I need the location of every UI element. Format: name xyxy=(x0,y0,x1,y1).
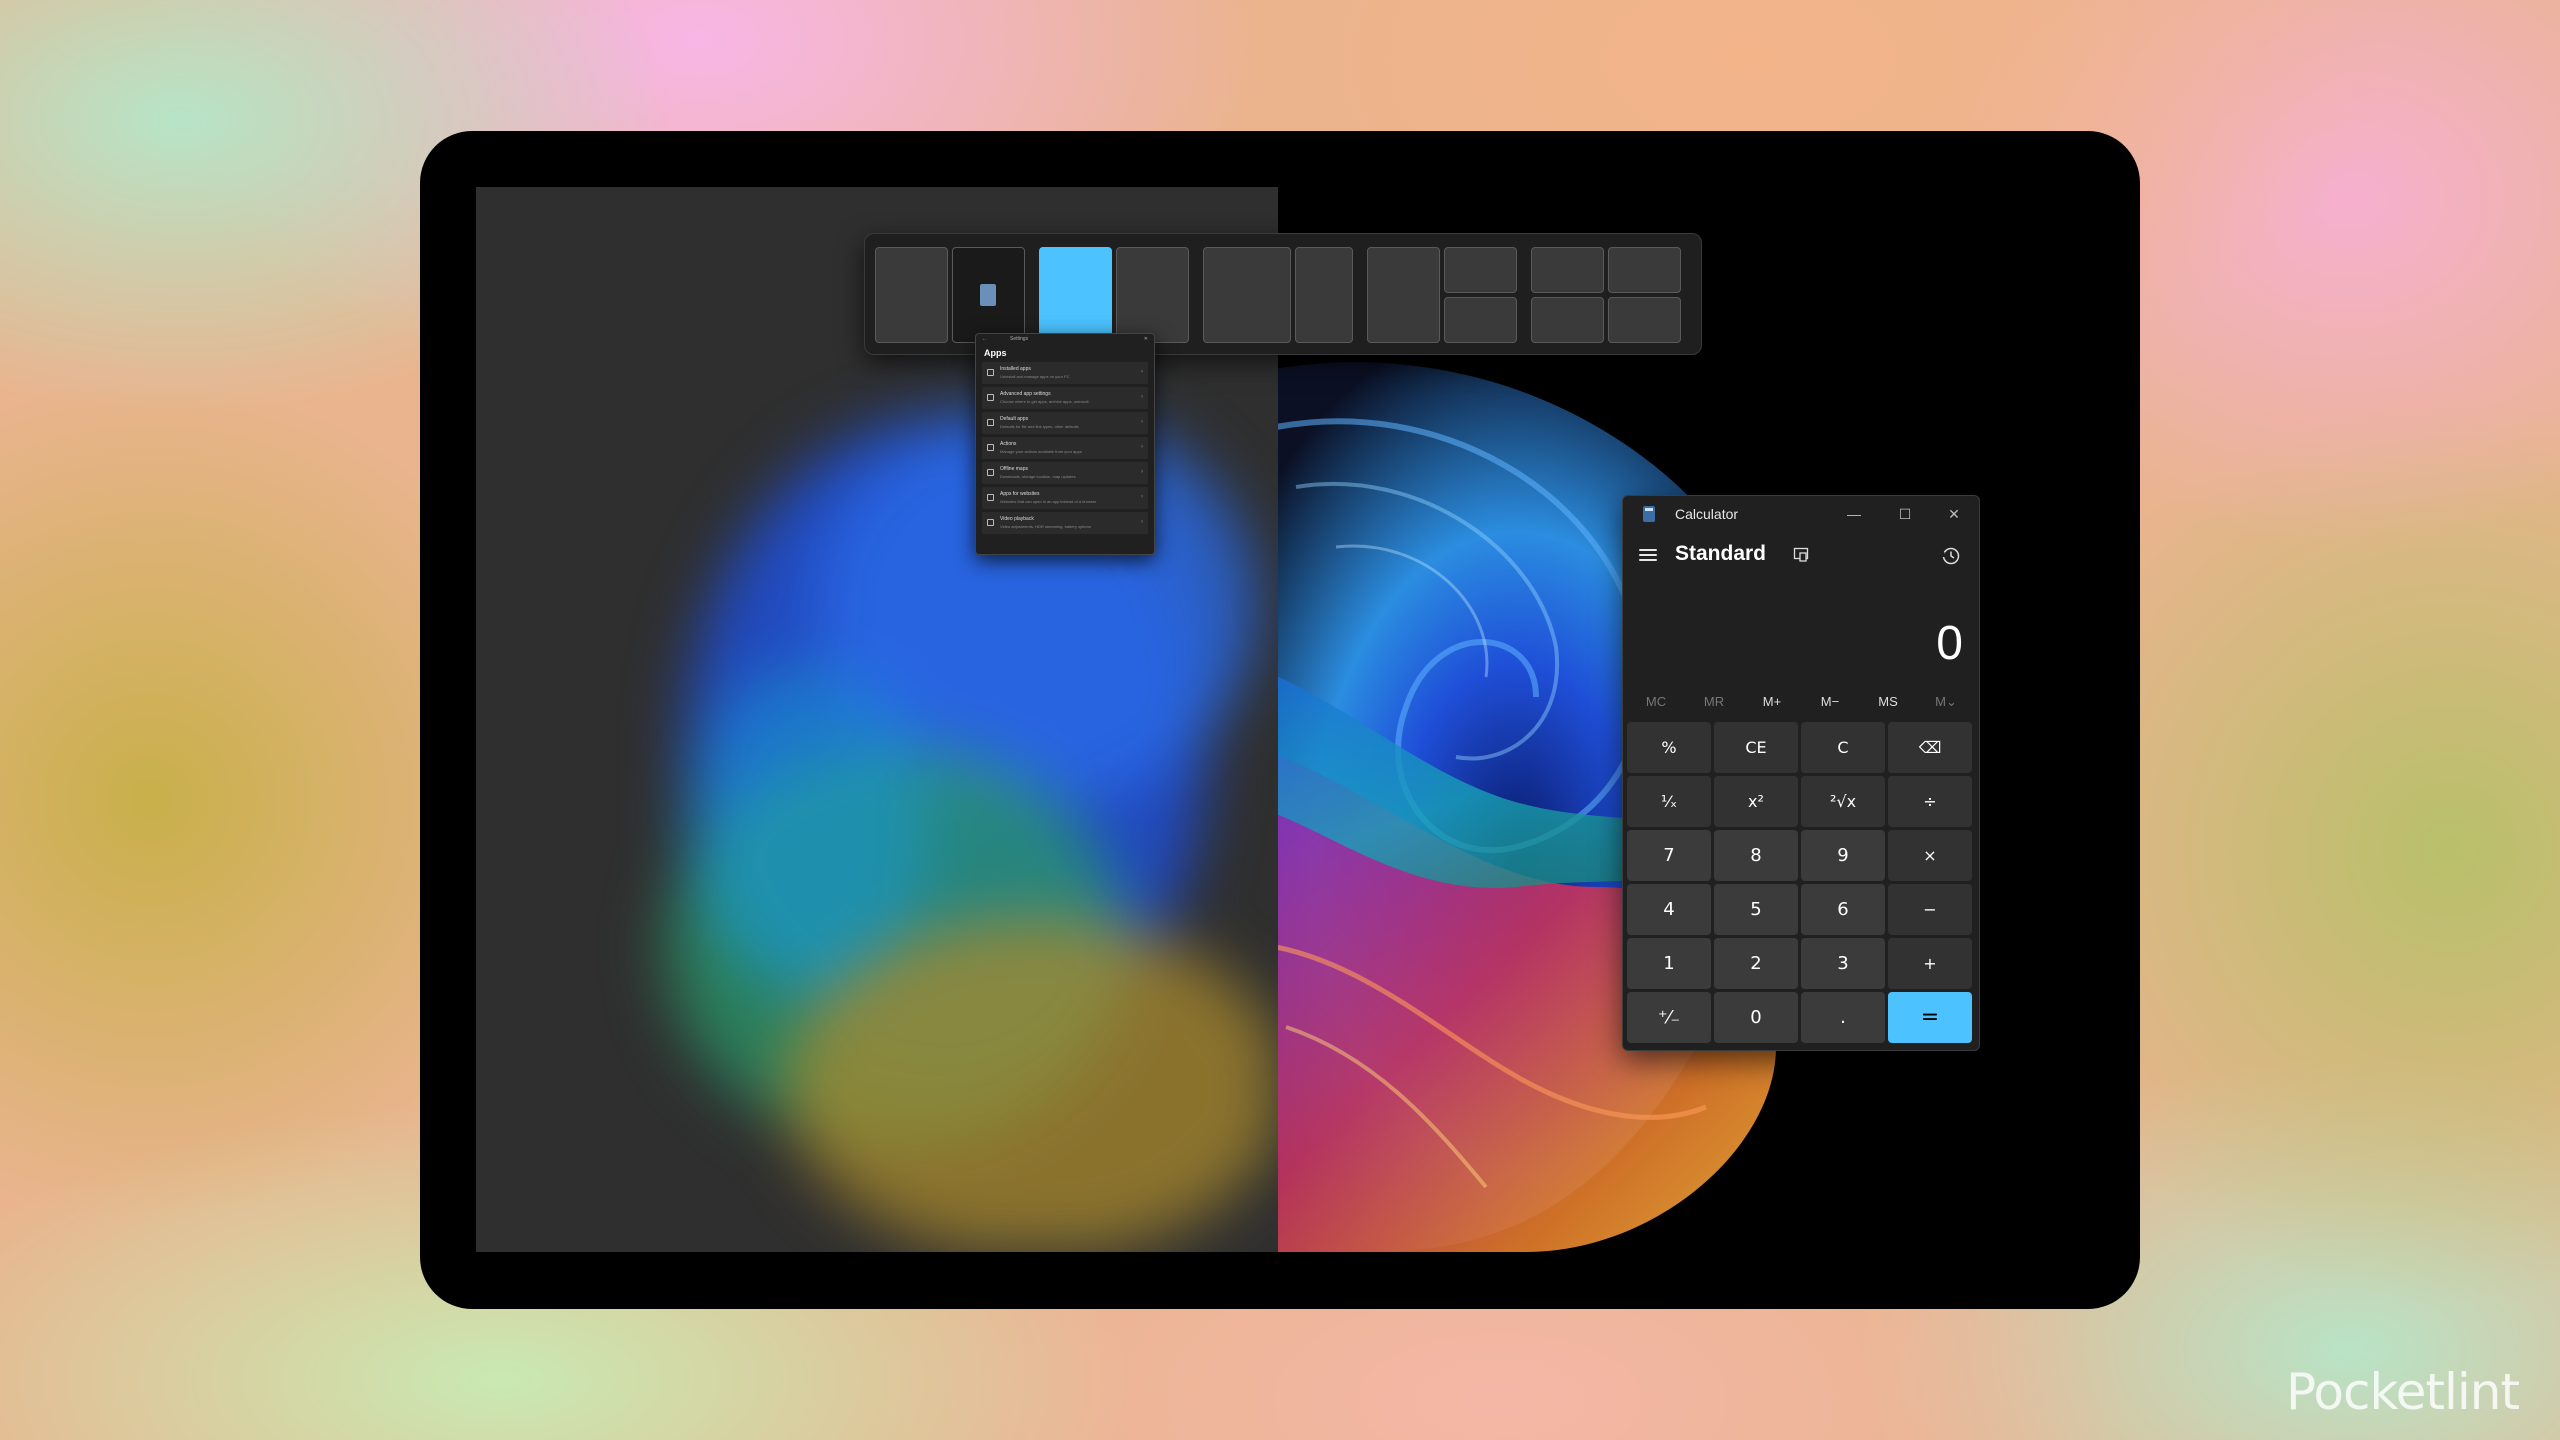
memory-list-button[interactable]: M⌄ xyxy=(1917,690,1975,714)
digit-7-key[interactable]: 7 xyxy=(1627,830,1711,881)
chevron-right-icon: › xyxy=(1141,469,1143,475)
clear-key[interactable]: C xyxy=(1801,722,1885,773)
close-button[interactable]: ✕ xyxy=(1931,500,1977,528)
square-root-key[interactable]: ²√x xyxy=(1801,776,1885,827)
reciprocal-key[interactable]: ¹⁄ₓ xyxy=(1627,776,1711,827)
decimal-key[interactable]: . xyxy=(1801,992,1885,1043)
snap-zone-left[interactable] xyxy=(1367,247,1440,343)
snap-zone-top-left[interactable] xyxy=(1531,247,1604,293)
digit-1-key[interactable]: 1 xyxy=(1627,938,1711,989)
snap-zone-top-right[interactable] xyxy=(1608,247,1681,293)
add-key[interactable]: + xyxy=(1888,938,1972,989)
minimize-button[interactable]: — xyxy=(1831,500,1877,528)
calculator-window: Calculator — ☐ ✕ Standard 0 MC MR M+ M− … xyxy=(1622,495,1980,1051)
video-playback-icon xyxy=(987,519,994,526)
settings-item-apps-for-websites[interactable]: Apps for websites Websites that can open … xyxy=(982,487,1148,509)
calculator-thumb-icon xyxy=(980,284,996,306)
chevron-right-icon: › xyxy=(1141,419,1143,425)
multiply-key[interactable]: × xyxy=(1888,830,1972,881)
snap-zone-right[interactable] xyxy=(1116,247,1189,343)
divide-key[interactable]: ÷ xyxy=(1888,776,1972,827)
calculator-title: Calculator xyxy=(1675,506,1739,522)
settings-item-video-playback[interactable]: Video playback Video adjustments, HDR str… xyxy=(982,512,1148,534)
digit-6-key[interactable]: 6 xyxy=(1801,884,1885,935)
snap-zone-bottom-right[interactable] xyxy=(1608,297,1681,343)
equals-key[interactable]: = xyxy=(1888,992,1972,1043)
actions-icon xyxy=(987,444,994,451)
settings-item-advanced[interactable]: Advanced app settings Choose where to get… xyxy=(982,387,1148,409)
offline-maps-icon xyxy=(987,469,994,476)
settings-window-thumbnail[interactable]: ← Settings ✕ Apps Installed apps Uninstal… xyxy=(975,333,1155,555)
digit-5-key[interactable]: 5 xyxy=(1714,884,1798,935)
history-icon[interactable] xyxy=(1941,546,1961,566)
settings-title: Settings xyxy=(1010,336,1029,342)
chevron-right-icon: › xyxy=(1141,494,1143,500)
chevron-right-icon: › xyxy=(1141,369,1143,375)
calculator-app-icon xyxy=(1643,506,1655,522)
snap-zone-left-wide[interactable] xyxy=(1203,247,1291,343)
memory-store-button[interactable]: MS xyxy=(1859,690,1917,714)
settings-item-actions[interactable]: Actions Manage your actions available fro… xyxy=(982,437,1148,459)
maximize-button[interactable]: ☐ xyxy=(1882,500,1928,528)
digit-0-key[interactable]: 0 xyxy=(1714,992,1798,1043)
snap-zone-left-active[interactable] xyxy=(1039,247,1112,343)
settings-item-offline-maps[interactable]: Offline maps Downloads, storage location,… xyxy=(982,462,1148,484)
device-frame: ← Settings ✕ Apps Installed apps Uninstal… xyxy=(420,131,2140,1309)
digit-4-key[interactable]: 4 xyxy=(1627,884,1711,935)
chevron-right-icon: › xyxy=(1141,394,1143,400)
calculator-titlebar[interactable]: Calculator — ☐ ✕ xyxy=(1623,496,1979,532)
settings-item-installed-apps[interactable]: Installed apps Uninstall and manage apps … xyxy=(982,362,1148,384)
snap-layout-half-quarters xyxy=(1367,247,1517,343)
settings-heading: Apps xyxy=(984,348,1007,358)
apps-for-websites-icon xyxy=(987,494,994,501)
snap-layout-twothirds xyxy=(1203,247,1353,343)
subtract-key[interactable]: − xyxy=(1888,884,1972,935)
snap-zone-left-half[interactable] xyxy=(875,247,948,343)
keep-on-top-icon[interactable] xyxy=(1793,547,1809,563)
settings-item-default-apps[interactable]: Default apps Defaults for file and link t… xyxy=(982,412,1148,434)
calculator-header: Standard xyxy=(1623,538,1979,574)
settings-back-icon[interactable]: ← xyxy=(982,336,987,342)
snap-zone-right-half[interactable] xyxy=(952,247,1025,343)
memory-row: MC MR M+ M− MS M⌄ xyxy=(1627,690,1975,714)
installed-apps-icon xyxy=(987,369,994,376)
backspace-key[interactable]: ⌫ xyxy=(1888,722,1972,773)
percent-key[interactable]: % xyxy=(1627,722,1711,773)
memory-add-button[interactable]: M+ xyxy=(1743,690,1801,714)
digit-2-key[interactable]: 2 xyxy=(1714,938,1798,989)
pocketlint-watermark: Pocketlint xyxy=(2286,1363,2520,1421)
snap-layout-half-half xyxy=(875,247,1025,343)
snap-layout-half-half-active xyxy=(1039,247,1189,343)
chevron-right-icon: › xyxy=(1141,519,1143,525)
digit-8-key[interactable]: 8 xyxy=(1714,830,1798,881)
settings-close-icon[interactable]: ✕ xyxy=(1144,336,1148,342)
digit-3-key[interactable]: 3 xyxy=(1801,938,1885,989)
memory-recall-button[interactable]: MR xyxy=(1685,690,1743,714)
snap-layout-quadrants xyxy=(1531,247,1681,343)
advanced-settings-icon xyxy=(987,394,994,401)
default-apps-icon xyxy=(987,419,994,426)
negate-key[interactable]: ⁺⁄₋ xyxy=(1627,992,1711,1043)
memory-clear-button[interactable]: MC xyxy=(1627,690,1685,714)
snap-zone-top-right[interactable] xyxy=(1444,247,1517,293)
snap-zone-bottom-right[interactable] xyxy=(1444,297,1517,343)
clear-entry-key[interactable]: CE xyxy=(1714,722,1798,773)
calculator-mode: Standard xyxy=(1675,542,1767,565)
settings-titlebar: ← Settings ✕ xyxy=(976,334,1154,346)
square-key[interactable]: x² xyxy=(1714,776,1798,827)
snap-zone-right-narrow[interactable] xyxy=(1295,247,1353,343)
digit-9-key[interactable]: 9 xyxy=(1801,830,1885,881)
chevron-right-icon: › xyxy=(1141,444,1143,450)
snap-zone-bottom-left[interactable] xyxy=(1531,297,1604,343)
memory-subtract-button[interactable]: M− xyxy=(1801,690,1859,714)
calculator-display: 0 xyxy=(1936,617,1963,670)
hamburger-menu-icon[interactable] xyxy=(1639,546,1657,566)
